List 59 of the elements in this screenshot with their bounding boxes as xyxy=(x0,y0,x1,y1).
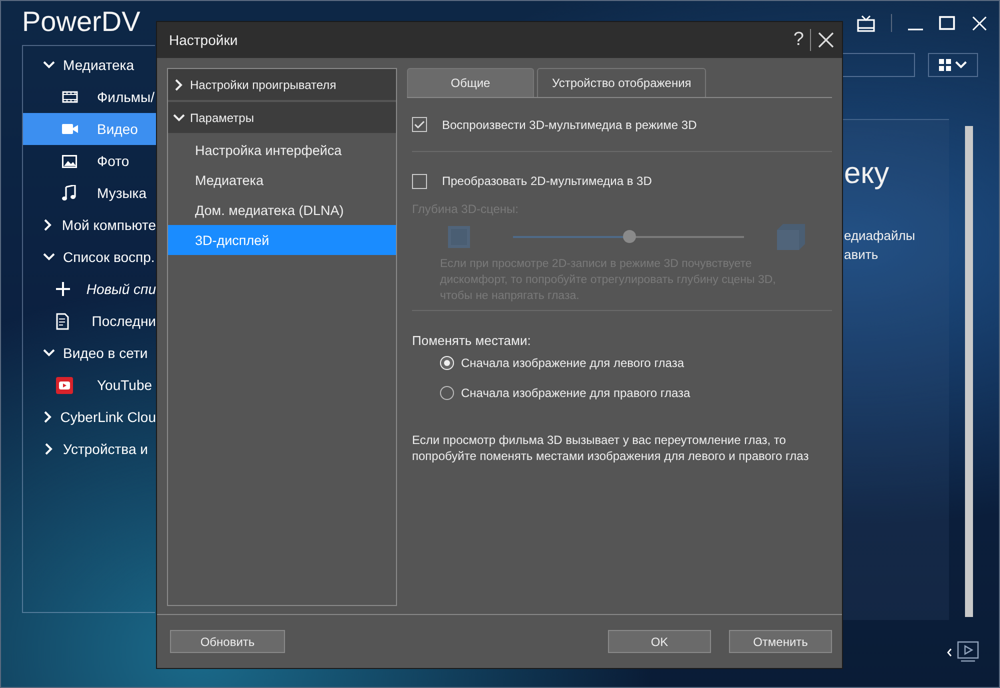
card-text: едиафайлы xyxy=(844,228,916,243)
app-logo: PowerDV xyxy=(22,6,140,38)
chevron-left-icon[interactable] xyxy=(947,648,952,656)
dialog-title: Настройки xyxy=(169,32,239,48)
tree-group-label: Настройки проигрывателя xyxy=(190,78,336,92)
checkbox[interactable] xyxy=(412,174,427,188)
nav-item[interactable]: Музыка xyxy=(23,177,156,209)
tree-item[interactable]: Настройка интерфейса xyxy=(168,135,396,165)
play-icon xyxy=(56,376,73,394)
nav-item[interactable]: CyberLink Clou xyxy=(60,409,156,425)
chevron-down-icon[interactable] xyxy=(173,114,185,122)
dialog-button[interactable]: Обновить xyxy=(170,630,285,653)
nav-item[interactable]: Последни xyxy=(23,305,156,337)
nav-item[interactable]: Фильмы/ xyxy=(23,81,156,113)
flat-square-icon xyxy=(448,226,470,248)
info-text: Если просмотр фильма 3D вызывает у вас переутомление глаз, то попробуйте поменять местами изображения для левого и правого глаз xyxy=(412,432,810,464)
film-icon xyxy=(62,90,78,104)
tree-group-label: Параметры xyxy=(190,110,254,124)
radio-button[interactable] xyxy=(440,386,454,400)
tree-item[interactable]: Медиатека xyxy=(168,165,396,195)
chevron-right-icon[interactable] xyxy=(175,78,183,90)
music-note-icon xyxy=(62,185,76,201)
tab[interactable]: Устройство отображения xyxy=(537,68,706,97)
nav-item[interactable]: Медиатека xyxy=(63,57,134,73)
image-icon xyxy=(62,154,77,168)
nav-item[interactable]: Список воспр. xyxy=(63,249,155,265)
chevron-down-icon xyxy=(955,61,967,69)
checkbox-label: Воспроизвести 3D-мультимедиа в режиме 3D xyxy=(442,118,697,132)
close-icon[interactable] xyxy=(818,32,834,48)
tab[interactable]: Общие xyxy=(407,68,534,97)
group-label: Поменять местами: xyxy=(412,333,532,348)
plus-icon xyxy=(56,282,70,296)
maximize-icon[interactable] xyxy=(939,16,955,30)
play-screen-icon[interactable] xyxy=(957,641,979,663)
view-mode-button[interactable] xyxy=(928,53,978,77)
card-heading: еку xyxy=(844,157,890,191)
card-text: авить xyxy=(844,247,878,262)
checkbox[interactable] xyxy=(412,117,427,132)
radio-label: Сначала изображение для левого глаза xyxy=(461,356,684,370)
checkbox-label: Преобразовать 2D-мультимедиа в 3D xyxy=(442,174,652,188)
dialog-button[interactable]: OK xyxy=(608,630,711,653)
tv-icon[interactable] xyxy=(857,14,875,32)
dialog-button[interactable]: Отменить xyxy=(729,630,832,653)
scrollbar[interactable] xyxy=(965,126,973,617)
nav-item[interactable]: YouTube xyxy=(23,369,156,401)
radio-label: Сначала изображение для правого глаза xyxy=(461,386,690,400)
nav-item[interactable]: Мой компьюте xyxy=(62,217,156,233)
nav-item[interactable]: Устройства и xyxy=(63,441,148,457)
video-camera-icon xyxy=(62,123,78,135)
tree-item[interactable]: Дом. медиатека (DLNA) xyxy=(168,195,396,225)
document-icon xyxy=(56,312,71,330)
grid-icon xyxy=(939,59,951,71)
nav-item[interactable]: Фото xyxy=(23,145,156,177)
tree-group[interactable]: Настройки проигрывателя xyxy=(168,69,396,101)
tree-group[interactable]: Параметры xyxy=(168,102,396,134)
cube-icon xyxy=(777,224,805,250)
nav-item[interactable]: Новый спи xyxy=(23,273,156,305)
nav-item[interactable]: Видео в сети xyxy=(63,345,148,361)
help-button[interactable]: ? xyxy=(787,29,811,51)
